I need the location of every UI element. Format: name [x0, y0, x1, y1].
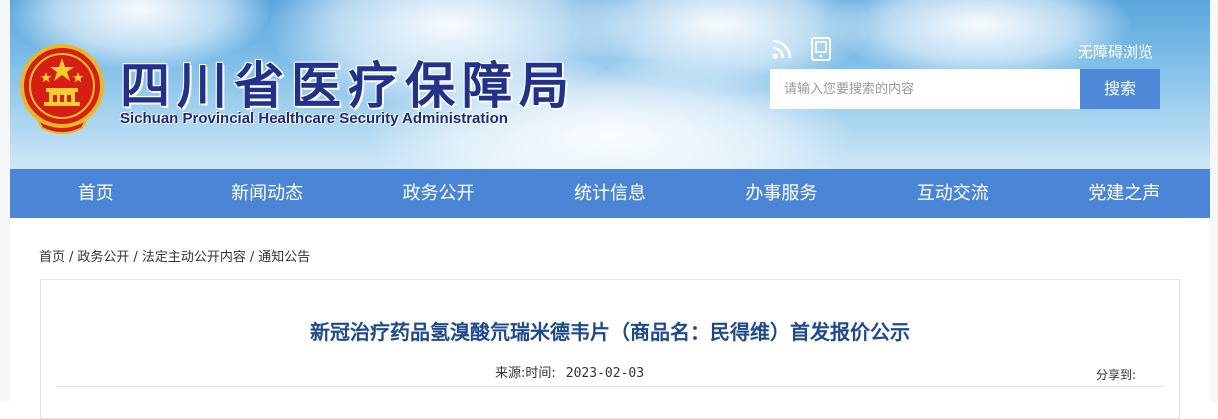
- breadcrumb-item-government-affairs[interactable]: 政务公开: [77, 250, 129, 265]
- breadcrumb-separator: /: [69, 250, 74, 265]
- article-title: 新冠治疗药品氢溴酸氘瑞米德韦片（商品名：民得维）首发报价公示: [310, 320, 910, 344]
- site-header: 四川省医疗保障局 Sichuan Provincial Healthcare S…: [10, 0, 1210, 169]
- accessible-browsing-link[interactable]: 无障碍浏览: [1078, 41, 1153, 62]
- nav-item-news[interactable]: 新闻动态: [181, 169, 352, 218]
- site-subtitle: Sichuan Provincial Healthcare Security A…: [120, 110, 508, 127]
- article-panel: 新冠治疗药品氢溴酸氘瑞米德韦片（商品名：民得维）首发报价公示 来源:时间: 202…: [40, 279, 1180, 419]
- main-nav: 首页 新闻动态 政务公开 统计信息 办事服务 互动交流 党建之声: [10, 169, 1210, 218]
- rss-icon[interactable]: [770, 37, 796, 61]
- nav-item-services[interactable]: 办事服务: [696, 169, 867, 218]
- time-label: 时间:: [525, 366, 556, 381]
- breadcrumb-item-notices[interactable]: 通知公告: [258, 250, 310, 265]
- nav-item-home[interactable]: 首页: [10, 169, 181, 218]
- search-button[interactable]: 搜索: [1080, 69, 1160, 109]
- publish-date: 2023-02-03: [565, 366, 645, 381]
- nav-item-party-building[interactable]: 党建之声: [1039, 169, 1210, 218]
- page-margin-right: [1210, 0, 1218, 402]
- breadcrumb-separator: /: [133, 250, 138, 265]
- header-cloud: [830, 0, 1130, 80]
- breadcrumb-item-home[interactable]: 首页: [39, 250, 65, 265]
- search-input[interactable]: [770, 69, 1080, 109]
- breadcrumb: 首页 / 政务公开 / 法定主动公开内容 / 通知公告: [39, 246, 310, 265]
- article-meta: 来源:时间: 2023-02-03: [495, 362, 644, 381]
- breadcrumb-separator: /: [249, 250, 255, 265]
- share-label: 分享到:: [1096, 368, 1137, 382]
- article-divider: [56, 386, 1164, 387]
- nav-item-interaction[interactable]: 互动交流: [867, 169, 1038, 218]
- breadcrumb-item-mandatory-disclosure[interactable]: 法定主动公开内容: [142, 250, 246, 265]
- site-title: 四川省医疗保障局: [120, 57, 576, 115]
- nav-item-statistics[interactable]: 统计信息: [524, 169, 695, 218]
- mobile-icon[interactable]: [808, 37, 834, 61]
- nav-item-government-affairs[interactable]: 政务公开: [353, 169, 524, 218]
- page-margin-left: [0, 0, 10, 402]
- source-label: 来源:: [495, 366, 526, 381]
- national-emblem-icon: [20, 44, 104, 134]
